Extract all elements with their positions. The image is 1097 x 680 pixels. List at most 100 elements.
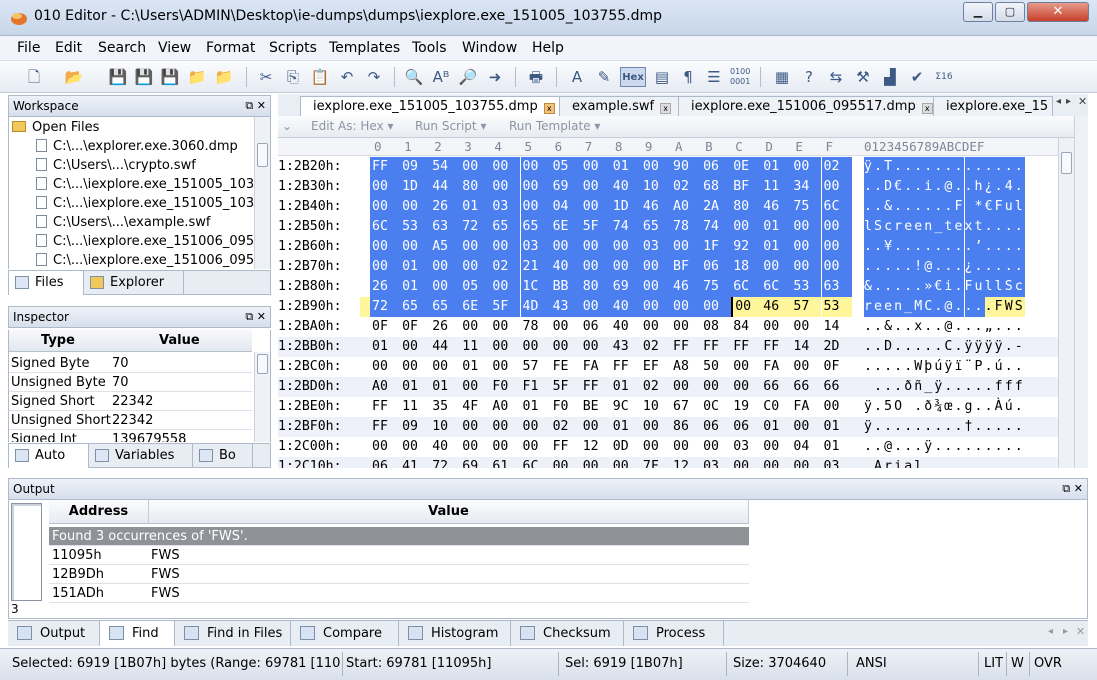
hex-byte[interactable]: 02: [641, 337, 671, 357]
hex-row[interactable]: 1:2C10h: 06. 41 A 72 r 69 i 61 a 6C l 00. 00. 00. 7F. 12…: [278, 457, 1074, 468]
ascii-char[interactable]: M: [914, 297, 925, 317]
ascii-char[interactable]: .: [984, 217, 995, 237]
ascii-char[interactable]: .: [985, 437, 995, 457]
ascii-char[interactable]: œ: [944, 397, 954, 417]
ascii-char[interactable]: .: [975, 377, 985, 397]
hex-byte[interactable]: 02: [490, 257, 521, 277]
hex-byte[interactable]: 01: [611, 377, 641, 397]
hex-byte[interactable]: 00: [671, 297, 702, 317]
ascii-char[interactable]: †: [965, 417, 975, 437]
tab-auto[interactable]: Auto: [9, 444, 89, 468]
ascii-char[interactable]: .: [954, 377, 964, 397]
hex-byte[interactable]: 01: [610, 157, 641, 177]
hex-byte[interactable]: 00: [701, 437, 731, 457]
hex-byte[interactable]: 14: [791, 337, 821, 357]
hex-byte[interactable]: 05: [550, 157, 581, 177]
ascii-char[interactable]: i: [924, 177, 935, 197]
hex-byte[interactable]: 03: [731, 437, 761, 457]
export-icon[interactable]: 📁: [214, 67, 234, 87]
ascii-char[interactable]: u: [1004, 197, 1015, 217]
hex-row[interactable]: 1:2B90h: 72 r 65 e 65 e 6E n 5F _ 4D M 43 C 00. 40 @00. 00…: [278, 297, 1074, 317]
close-panel-icon[interactable]: ✕: [257, 310, 266, 323]
hex-byte[interactable]: 00: [701, 377, 731, 397]
hex-byte[interactable]: 01: [611, 417, 641, 437]
ascii-char[interactable]: P: [975, 357, 985, 377]
ascii-char[interactable]: .: [954, 337, 964, 357]
status-encoding[interactable]: ANSI: [856, 654, 887, 674]
tab-scroll-left-icon[interactable]: ◂: [1048, 626, 1053, 637]
paragraph-icon[interactable]: ¶: [678, 67, 698, 87]
menu-help[interactable]: Help: [532, 40, 564, 56]
hex-byte[interactable]: 26: [430, 197, 461, 217]
hex-byte[interactable]: 0F: [370, 317, 400, 337]
ascii-char[interactable]: ï: [954, 357, 964, 377]
ascii-char[interactable]: .: [975, 317, 985, 337]
ascii-char[interactable]: .: [964, 237, 975, 257]
inspector-col-type[interactable]: Type: [41, 330, 75, 352]
ascii-char[interactable]: .: [1015, 437, 1025, 457]
ascii-char[interactable]: .: [934, 237, 945, 257]
hex-row[interactable]: 1:2B40h: 00. 00. 26 & 01. 03. 00. 04. 00. 1D. 46 F A0…: [278, 197, 1074, 217]
hex-byte[interactable]: 00: [430, 277, 461, 297]
hex-byte[interactable]: 00: [520, 177, 551, 197]
hex-byte[interactable]: 53: [821, 297, 852, 317]
hex-editor[interactable]: 0 1 2 3 4 5 6 7 8 9 A B C D E F 01234567…: [278, 138, 1074, 468]
ascii-char[interactable]: .: [985, 357, 995, 377]
menu-search[interactable]: Search: [98, 40, 146, 56]
hex-byte[interactable]: BF: [671, 257, 702, 277]
ascii-char[interactable]: .: [894, 377, 904, 397]
hex-byte[interactable]: 4D: [520, 297, 551, 317]
ascii-char[interactable]: D: [884, 337, 894, 357]
ascii-char[interactable]: ÿ: [864, 157, 875, 177]
hex-byte[interactable]: 00: [761, 317, 791, 337]
hex-byte[interactable]: 74: [701, 217, 732, 237]
tab-scroll-left-icon[interactable]: ◂: [1056, 96, 1061, 107]
ascii-char[interactable]: f: [1015, 377, 1025, 397]
hex-byte[interactable]: 5F: [551, 377, 581, 397]
hex-byte[interactable]: 65: [400, 297, 431, 317]
hex-byte[interactable]: 00: [490, 437, 520, 457]
highlight-icon[interactable]: ✎: [594, 67, 614, 87]
hex-byte[interactable]: 00: [671, 237, 702, 257]
hex-byte[interactable]: 09: [400, 417, 430, 437]
ascii-char[interactable]: .: [894, 337, 904, 357]
undock-icon[interactable]: ⧉: [245, 310, 253, 323]
ascii-char[interactable]: .: [975, 417, 985, 437]
hex-byte[interactable]: 10: [640, 177, 671, 197]
ascii-char[interactable]: .: [965, 317, 975, 337]
ascii-char[interactable]: .: [934, 417, 944, 437]
table-row[interactable]: 151ADh FWS: [49, 584, 749, 603]
hex-byte[interactable]: 69: [460, 457, 490, 468]
hex-byte[interactable]: 00: [821, 217, 852, 237]
ascii-char[interactable]: .: [904, 437, 914, 457]
checksum-icon[interactable]: ✔: [907, 67, 927, 87]
hex-byte[interactable]: EF: [641, 357, 671, 377]
ascii-char[interactable]: .: [964, 297, 975, 317]
hex-byte[interactable]: 6E: [460, 297, 491, 317]
ascii-char[interactable]: F: [964, 277, 975, 297]
tab-output[interactable]: Output: [8, 621, 100, 646]
histogram-icon[interactable]: ▟: [880, 67, 900, 87]
hex-byte[interactable]: 35: [430, 397, 460, 417]
save-as-icon[interactable]: 💾: [134, 67, 154, 87]
ascii-char[interactable]: þ: [924, 357, 934, 377]
ascii-char[interactable]: a: [904, 457, 914, 468]
ascii-char[interactable]: .: [1005, 437, 1015, 457]
open-files-group[interactable]: Open Files: [12, 118, 99, 137]
hex-byte[interactable]: 00: [701, 297, 732, 317]
hex-byte[interactable]: 11: [460, 337, 490, 357]
ascii-char[interactable]: ÿ: [995, 337, 1005, 357]
hex-byte[interactable]: 00: [551, 457, 581, 468]
ascii-char[interactable]: x: [914, 317, 924, 337]
close-panel-icon[interactable]: ✕: [1074, 482, 1083, 495]
hex-byte[interactable]: 00: [460, 257, 491, 277]
ascii-char[interactable]: .: [944, 457, 954, 468]
tab-document-active[interactable]: iexplore.exe_151005_103755.dmp x: [300, 96, 568, 118]
hex-byte[interactable]: FF: [370, 397, 400, 417]
ascii-char[interactable]: .: [864, 177, 875, 197]
workspace-file-item[interactable]: C:\...\iexplore.exe_151005_103: [36, 194, 254, 213]
ascii-char[interactable]: .: [995, 437, 1005, 457]
hex-byte[interactable]: 84: [731, 317, 761, 337]
ascii-char[interactable]: [864, 377, 874, 397]
inspector-col-value[interactable]: Value: [159, 330, 200, 352]
